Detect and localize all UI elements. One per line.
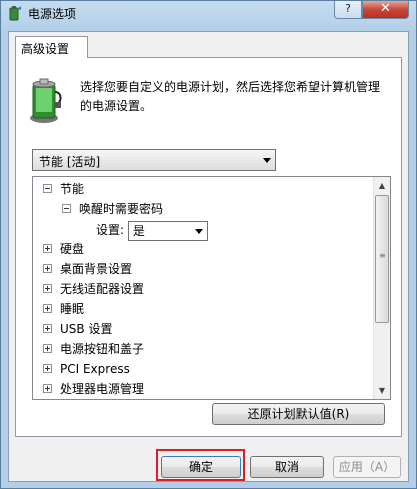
expand-icon[interactable] [43,264,52,273]
chevron-down-icon [194,228,203,234]
expand-icon[interactable] [43,324,52,333]
tree-item-label: 处理器电源管理 [60,382,145,396]
scrollbar-thumb[interactable]: ≡ [375,195,389,323]
expand-icon[interactable] [43,284,52,293]
power-options-icon [9,6,21,21]
apply-button[interactable]: 应用（A） [333,456,401,478]
power-options-window: 电源选项 ? ✕ 高级设置 选择您要自定义的电源计划，然后选择您希望计算机管理的… [0,0,417,489]
tree-scrollbar[interactable]: ▲ ≡ ▼ [373,177,390,399]
tree-item-power-saver[interactable]: 节能 [43,179,84,199]
expand-icon[interactable] [43,304,52,313]
window-title: 电源选项 [28,7,77,21]
tree-item-label: 唤醒时需要密码 [79,202,164,216]
help-icon[interactable]: ? [334,1,362,19]
collapse-icon[interactable] [62,204,71,213]
password-setting-select[interactable]: 是 [127,220,208,241]
tree-item-wireless-adapter[interactable]: 无线适配器设置 [43,279,144,299]
tree-item-sleep[interactable]: 睡眠 [43,299,84,319]
chevron-down-icon [263,158,271,163]
settings-tree[interactable]: 节能 唤醒时需要密码 设置: 是 硬盘 桌面背景设置 无线适配器设置 睡眠 US… [32,176,391,400]
tree-item-label: 节能 [60,182,85,196]
expand-icon[interactable] [43,384,52,393]
grip-icon: ≡ [379,251,386,260]
tree-item-hard-disk[interactable]: 硬盘 [43,239,84,259]
tree-item-label: 睡眠 [60,302,85,316]
tree-item-pci-express[interactable]: PCI Express [43,359,130,379]
tree-item-label: 无线适配器设置 [60,282,145,296]
power-plan-select[interactable]: 节能 [活动] [32,149,276,171]
expand-icon[interactable] [43,244,52,253]
title-bar[interactable]: 电源选项 ? ✕ [1,1,416,25]
tree-item-label: 桌面背景设置 [60,262,133,276]
tree-item-label: 电源按钮和盖子 [60,342,145,356]
tree-item-require-password[interactable]: 唤醒时需要密码 [62,199,163,219]
power-plan-value: 节能 [活动] [39,155,101,169]
tab-advanced-settings[interactable]: 高级设置 [15,36,88,58]
close-icon[interactable]: ✕ [362,1,409,19]
tree-item-processor[interactable]: 处理器电源管理 [43,379,144,399]
tree-item-usb[interactable]: USB 设置 [43,319,112,339]
tree-item-label: PCI Express [60,362,130,376]
plan-description: 选择您要自定义的电源计划，然后选择您希望计算机管理的电源设置。 [80,80,381,113]
tree-item-setting: 设置: 是 [96,220,208,241]
scroll-up-icon[interactable]: ▲ [374,177,390,194]
setting-label: 设置: [96,223,125,237]
scroll-down-icon[interactable]: ▼ [374,382,390,399]
tree-item-label: 硬盘 [60,242,85,256]
dialog-client-area: 高级设置 选择您要自定义的电源计划，然后选择您希望计算机管理的电源设置。 节能 … [8,31,409,482]
tree-item-desktop-background[interactable]: 桌面背景设置 [43,259,132,279]
password-setting-value: 是 [132,223,145,238]
cancel-button[interactable]: 取消 [250,456,324,478]
expand-icon[interactable] [43,364,52,373]
expand-icon[interactable] [43,344,52,353]
battery-icon [30,78,62,123]
collapse-icon[interactable] [43,184,52,193]
tree-item-power-buttons[interactable]: 电源按钮和盖子 [43,339,144,359]
tree-item-label: USB 设置 [60,322,113,336]
ok-button[interactable]: 确定 [161,456,241,478]
restore-defaults-button[interactable]: 还原计划默认值(R) [212,403,385,425]
